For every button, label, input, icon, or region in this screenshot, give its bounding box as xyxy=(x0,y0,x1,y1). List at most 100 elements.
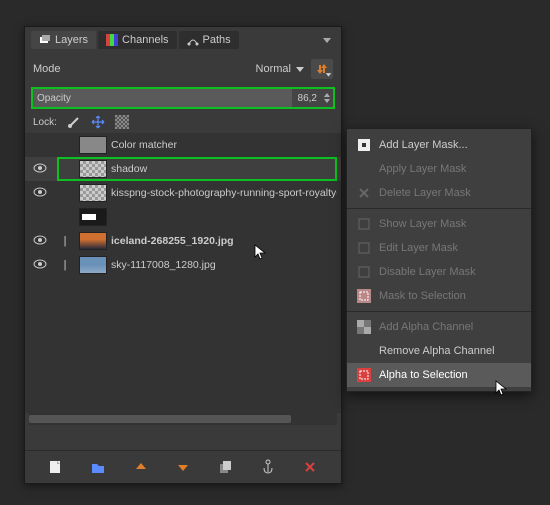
delete-icon xyxy=(357,186,371,200)
alpha-sel-icon xyxy=(357,368,371,382)
menu-item: Delete Layer Mask xyxy=(347,181,531,205)
layer-thumbnail xyxy=(79,160,107,178)
menu-item-label: Mask to Selection xyxy=(379,290,466,302)
paths-icon xyxy=(187,34,199,46)
duplicate-layer-icon[interactable] xyxy=(217,459,233,475)
layer-row[interactable]: | sky-1117008_1280.jpg xyxy=(25,253,341,277)
mask-add-icon xyxy=(357,138,371,152)
layer-name[interactable]: sky-1117008_1280.jpg xyxy=(111,259,337,271)
layer-row[interactable]: shadow xyxy=(25,157,341,181)
visibility-toggle[interactable] xyxy=(29,235,51,248)
menu-item: Add Alpha Channel xyxy=(347,315,531,339)
menu-separator xyxy=(347,311,531,312)
tab-layers[interactable]: Layers xyxy=(31,31,96,49)
menu-item: Mask to Selection xyxy=(347,284,531,308)
menu-item: Edit Layer Mask xyxy=(347,236,531,260)
menu-item: Apply Layer Mask xyxy=(347,157,531,181)
layer-thumbnail xyxy=(79,256,107,274)
opacity-value: 86,2 xyxy=(298,93,323,104)
arrow-down-icon[interactable] xyxy=(323,98,331,104)
layer-name[interactable]: iceland-268255_1920.jpg xyxy=(111,235,337,247)
chevron-down-icon xyxy=(295,64,305,74)
scroll-thumb[interactable] xyxy=(29,415,291,423)
bottom-toolbar xyxy=(25,450,341,483)
chevron-down-icon xyxy=(325,71,332,78)
new-group-icon[interactable] xyxy=(90,459,106,475)
eye-icon xyxy=(33,259,47,269)
mode-value: Normal xyxy=(256,63,291,75)
menu-item-label: Remove Alpha Channel xyxy=(379,345,495,357)
tab-label: Channels xyxy=(122,34,168,46)
mask-sel-icon xyxy=(357,289,371,303)
move-lock-icon[interactable] xyxy=(91,115,105,129)
mode-switch-button[interactable] xyxy=(311,59,333,79)
link-toggle[interactable]: | xyxy=(55,235,75,247)
menu-item[interactable]: Add Layer Mask... xyxy=(347,133,531,157)
check-icon xyxy=(357,217,371,231)
menu-item-label: Edit Layer Mask xyxy=(379,242,458,254)
panel-menu-icon[interactable] xyxy=(319,35,335,45)
layer-name[interactable]: kisspng-stock-photography-running-sport-… xyxy=(111,187,337,199)
mode-label: Mode xyxy=(33,63,61,75)
visibility-toggle[interactable] xyxy=(29,259,51,272)
menu-item[interactable]: Alpha to Selection xyxy=(347,363,531,387)
menu-item-label: Add Alpha Channel xyxy=(379,321,473,333)
alpha-lock-icon[interactable] xyxy=(115,115,129,129)
tab-channels[interactable]: Channels xyxy=(98,31,176,49)
new-layer-icon[interactable] xyxy=(48,459,64,475)
mode-row: Mode Normal xyxy=(25,53,341,85)
lock-row: Lock: xyxy=(25,111,341,133)
horizontal-scrollbar[interactable] xyxy=(29,413,337,425)
layer-row[interactable] xyxy=(25,205,341,229)
menu-item-label: Delete Layer Mask xyxy=(379,187,471,199)
layer-row[interactable]: | iceland-268255_1920.jpg xyxy=(25,229,341,253)
menu-item-label: Disable Layer Mask xyxy=(379,266,476,278)
menu-item-label: Show Layer Mask xyxy=(379,218,466,230)
opacity-fill xyxy=(33,89,292,107)
menu-item: Show Layer Mask xyxy=(347,212,531,236)
alpha-add-icon xyxy=(357,320,371,334)
brush-lock-icon[interactable] xyxy=(67,115,81,129)
check-icon xyxy=(357,265,371,279)
eye-icon xyxy=(33,187,47,197)
visibility-toggle[interactable] xyxy=(29,187,51,200)
tabs-row: Layers Channels Paths xyxy=(25,27,341,53)
lower-layer-icon[interactable] xyxy=(175,459,191,475)
delete-layer-icon[interactable] xyxy=(302,459,318,475)
layer-thumbnail xyxy=(79,136,107,154)
eye-icon xyxy=(33,235,47,245)
menu-item-label: Alpha to Selection xyxy=(379,369,468,381)
tab-label: Layers xyxy=(55,34,88,46)
opacity-slider[interactable]: Opacity 86,2 xyxy=(31,87,335,109)
blank-icon xyxy=(357,344,371,358)
anchor-layer-icon[interactable] xyxy=(260,459,276,475)
blank-icon xyxy=(357,162,371,176)
layer-thumbnail xyxy=(79,232,107,250)
layers-icon xyxy=(39,34,51,46)
layer-row[interactable]: Color matcher xyxy=(25,133,341,157)
link-toggle[interactable]: | xyxy=(55,259,75,271)
layer-row[interactable]: kisspng-stock-photography-running-sport-… xyxy=(25,181,341,205)
layers-list: Color matcher shadow kisspng-stock-photogr… xyxy=(25,133,341,413)
lock-label: Lock: xyxy=(33,117,57,128)
tab-label: Paths xyxy=(203,34,231,46)
layer-name[interactable]: shadow xyxy=(111,163,337,175)
raise-layer-icon[interactable] xyxy=(133,459,149,475)
eye-icon xyxy=(33,163,47,173)
menu-item-label: Apply Layer Mask xyxy=(379,163,466,175)
check-icon xyxy=(357,241,371,255)
tab-paths[interactable]: Paths xyxy=(179,31,239,49)
menu-separator xyxy=(347,208,531,209)
opacity-label: Opacity xyxy=(33,93,71,104)
channels-icon xyxy=(106,34,118,46)
mode-select[interactable]: Normal xyxy=(256,63,305,75)
menu-item: Disable Layer Mask xyxy=(347,260,531,284)
layer-thumbnail xyxy=(79,184,107,202)
menu-item[interactable]: Remove Alpha Channel xyxy=(347,339,531,363)
menu-item-label: Add Layer Mask... xyxy=(379,139,468,151)
layers-panel: Layers Channels Paths Mode Normal xyxy=(24,26,342,484)
context-menu: Add Layer Mask... Apply Layer Mask Delete … xyxy=(346,128,532,392)
layer-name[interactable]: Color matcher xyxy=(111,139,337,151)
layer-thumbnail xyxy=(79,208,107,226)
visibility-toggle[interactable] xyxy=(29,163,51,176)
